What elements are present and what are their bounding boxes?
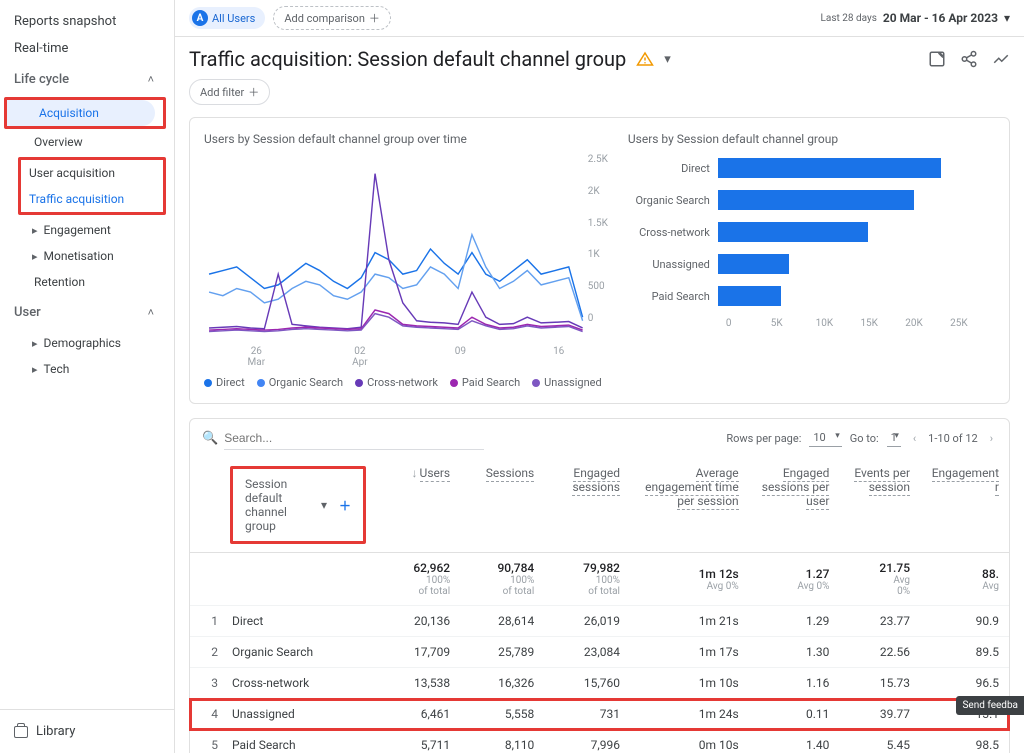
action-icons: [928, 50, 1010, 68]
line-chart-panel: Users by Session default channel group o…: [204, 132, 608, 389]
sidebar: Reports snapshot Real-time Life cycle ˄ …: [0, 0, 175, 753]
bar-chart-panel: Users by Session default channel group D…: [628, 132, 995, 389]
topbar: A All Users Add comparison ＋ Last 28 day…: [175, 0, 1024, 37]
nav-user-acquisition[interactable]: User acquisition: [21, 160, 163, 186]
page-range: 1-10 of 12: [928, 432, 978, 445]
nav-tech[interactable]: ▸Tech: [0, 356, 174, 382]
table-row[interactable]: 4Unassigned 6,4615,5587311m 24s0.1139.77…: [190, 699, 1009, 730]
nav-section-lifecycle[interactable]: Life cycle ˄: [0, 62, 174, 97]
bar-chart-title: Users by Session default channel group: [628, 132, 995, 146]
col-events-per-session[interactable]: Events per session: [839, 458, 920, 553]
chevron-up-icon: ˄: [148, 73, 154, 86]
goto-label: Go to:: [850, 432, 879, 445]
page-title: Traffic acquisition: Session default cha…: [189, 47, 626, 71]
folder-icon: [14, 726, 28, 738]
line-chart: 2.5K2K1.5K1K5000: [204, 154, 608, 344]
table-toolbar: 🔍 Rows per page: 10 Go to: 1 ‹ 1-10 of 1…: [190, 419, 1009, 458]
nav-reports-snapshot[interactable]: Reports snapshot: [0, 8, 174, 35]
nav-overview[interactable]: Overview: [0, 129, 174, 155]
warning-icon[interactable]: [636, 51, 654, 67]
date-range-label: Last 28 days: [821, 13, 877, 24]
lifecycle-label: Life cycle: [14, 72, 69, 87]
nav-demographics[interactable]: ▸Demographics: [0, 330, 174, 356]
table-row[interactable]: 1Direct 20,13628,61426,0191m 21s1.2923.7…: [190, 606, 1009, 637]
send-feedback-button[interactable]: Send feedba: [956, 696, 1024, 715]
bar-chart: Direct Organic Search Cross-network Unassig…: [628, 154, 995, 306]
line-chart-title: Users by Session default channel group o…: [204, 132, 608, 146]
nav-realtime[interactable]: Real-time: [0, 35, 174, 62]
page-heading-row: Traffic acquisition: Session default cha…: [175, 37, 1024, 75]
plus-icon: ＋: [248, 84, 259, 100]
nav-engagement[interactable]: ▸Engagement: [0, 217, 174, 243]
bar-row: Cross-network: [628, 222, 995, 242]
plus-icon: ＋: [369, 10, 380, 26]
chart-legend: Direct Organic Search Cross-network Paid Se…: [204, 376, 608, 389]
bar-row: Direct: [628, 158, 995, 178]
rows-per-page-select[interactable]: 10: [809, 431, 841, 447]
legend-item[interactable]: Unassigned: [532, 376, 602, 389]
user-label: User: [14, 305, 41, 320]
bar-row: Paid Search: [628, 286, 995, 306]
nav-acquisition[interactable]: Acquisition: [7, 100, 155, 126]
table-row[interactable]: 2Organic Search 17,70925,78923,0841m 17s…: [190, 637, 1009, 668]
chevron-down-icon: ▾: [321, 498, 327, 512]
date-range-picker[interactable]: Last 28 days 20 Mar - 16 Apr 2023 ▾: [821, 11, 1010, 25]
add-comparison-button[interactable]: Add comparison ＋: [273, 6, 391, 30]
charts-card: Users by Session default channel group o…: [189, 117, 1010, 404]
add-filter-button[interactable]: Add filter ＋: [189, 79, 270, 105]
col-eng-rate[interactable]: Engagement r: [920, 458, 1009, 553]
chevron-right-icon: ▸: [32, 337, 38, 350]
nav-monetisation[interactable]: ▸Monetisation: [0, 243, 174, 269]
pager: Rows per page: 10 Go to: 1 ‹ 1-10 of 12 …: [726, 431, 997, 447]
legend-item[interactable]: Direct: [204, 376, 245, 389]
col-eng-per-user[interactable]: Engaged sessions per user: [749, 458, 840, 553]
date-range-value: 20 Mar - 16 Apr 2023: [883, 11, 998, 25]
customize-icon[interactable]: [928, 50, 946, 68]
chevron-down-icon: ▾: [1004, 11, 1010, 25]
main: A All Users Add comparison ＋ Last 28 day…: [175, 0, 1024, 753]
sort-desc-icon: ↓: [412, 466, 418, 480]
search-icon: 🔍: [202, 431, 218, 446]
all-users-pill[interactable]: A All Users: [189, 7, 265, 29]
next-page-button[interactable]: ›: [986, 432, 997, 445]
totals-row: 62,962100% of total 90,784100% of total …: [190, 553, 1009, 606]
goto-input[interactable]: 1: [887, 431, 901, 447]
chevron-right-icon: ▸: [32, 250, 38, 263]
chevron-right-icon: ▸: [32, 363, 38, 376]
bar-row: Organic Search: [628, 190, 995, 210]
dimension-selector[interactable]: Session default channel group ▾ ＋: [235, 471, 361, 539]
legend-item[interactable]: Cross-network: [355, 376, 438, 389]
audience-badge: A: [192, 10, 208, 26]
legend-item[interactable]: Paid Search: [450, 376, 520, 389]
chevron-down-icon[interactable]: ▾: [664, 52, 671, 67]
data-table: Session default channel group ▾ ＋ ↓Users…: [190, 458, 1009, 753]
bar-row: Unassigned: [628, 254, 995, 274]
nav-retention[interactable]: Retention: [0, 269, 174, 295]
table-row[interactable]: 3Cross-network 13,53816,32615,7601m 10s1…: [190, 668, 1009, 699]
chevron-up-icon: ˄: [148, 306, 154, 319]
nav-library[interactable]: Library: [0, 709, 174, 753]
table-card: 🔍 Rows per page: 10 Go to: 1 ‹ 1-10 of 1…: [189, 418, 1010, 753]
prev-page-button[interactable]: ‹: [909, 432, 920, 445]
col-sessions[interactable]: Sessions: [460, 458, 544, 553]
col-users[interactable]: ↓Users: [376, 458, 460, 553]
chevron-right-icon: ▸: [32, 224, 38, 237]
col-engaged-sessions[interactable]: Engaged sessions: [544, 458, 630, 553]
add-dimension-button[interactable]: ＋: [339, 497, 351, 514]
rows-per-page-label: Rows per page:: [726, 432, 801, 445]
nav-traffic-acquisition[interactable]: Traffic acquisition: [21, 186, 163, 212]
search-input[interactable]: [224, 427, 484, 450]
content-scroll: Users by Session default channel group o…: [175, 117, 1024, 753]
table-row[interactable]: 5Paid Search 5,7118,1107,9960m 10s1.405.…: [190, 730, 1009, 753]
share-icon[interactable]: [960, 50, 978, 68]
legend-item[interactable]: Organic Search: [257, 376, 343, 389]
insights-icon[interactable]: [992, 50, 1010, 68]
col-avg-eng-time[interactable]: Average engagement time per session: [630, 458, 749, 553]
nav-section-user[interactable]: User ˄: [0, 295, 174, 330]
filter-row: Add filter ＋: [175, 75, 1024, 117]
